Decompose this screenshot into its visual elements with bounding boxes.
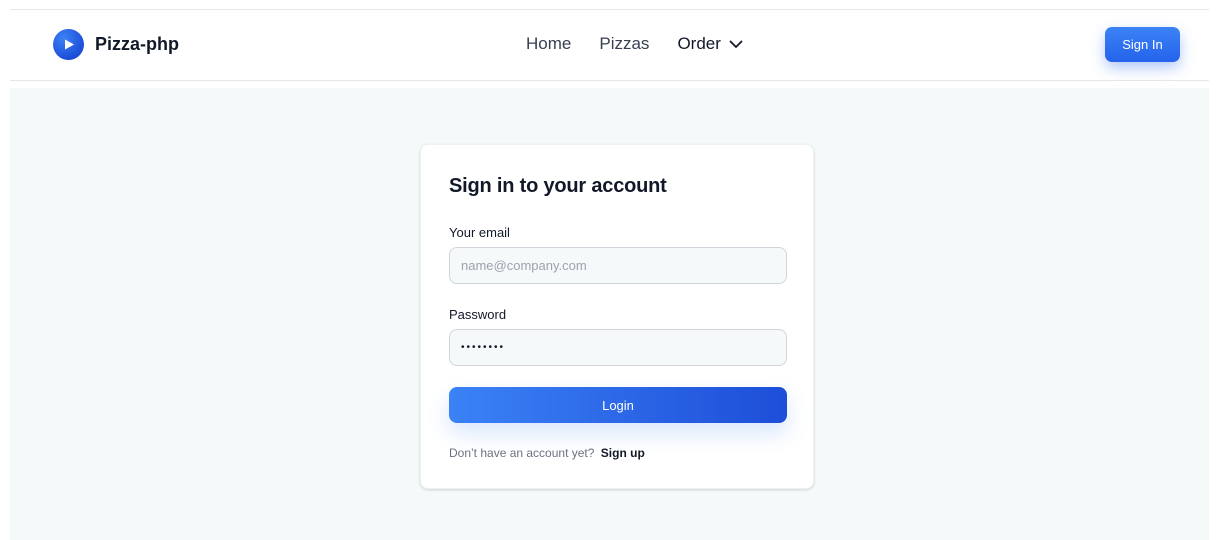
signup-prompt: Don’t have an account yet?: [449, 446, 595, 460]
signup-row: Don’t have an account yet? Sign up: [449, 446, 645, 460]
navbar: Pizza-php Home Pizzas Order Sign In: [10, 10, 1209, 81]
nav-link-home[interactable]: Home: [526, 34, 571, 54]
main-nav: Home Pizzas Order: [526, 34, 743, 54]
main-content: Sign in to your account Your email Passw…: [10, 88, 1209, 540]
page-title: Sign in to your account: [449, 175, 667, 197]
chevron-down-icon: [729, 40, 743, 48]
password-label: Password: [449, 307, 507, 322]
email-field[interactable]: [449, 247, 787, 284]
play-circle-icon: [53, 29, 84, 60]
nav-link-pizzas[interactable]: Pizzas: [599, 34, 649, 54]
login-button[interactable]: Login: [449, 387, 787, 423]
signup-link[interactable]: Sign up: [601, 446, 645, 460]
email-label: Your email: [449, 225, 510, 240]
header-sign-in-button[interactable]: Sign In: [1105, 27, 1180, 62]
brand[interactable]: Pizza-php: [53, 29, 179, 60]
brand-name: Pizza-php: [95, 34, 179, 54]
nav-order-dropdown[interactable]: Order: [677, 34, 743, 54]
nav-order-label: Order: [677, 34, 721, 53]
password-field[interactable]: [449, 329, 787, 366]
login-card: Sign in to your account Your email Passw…: [420, 144, 814, 489]
